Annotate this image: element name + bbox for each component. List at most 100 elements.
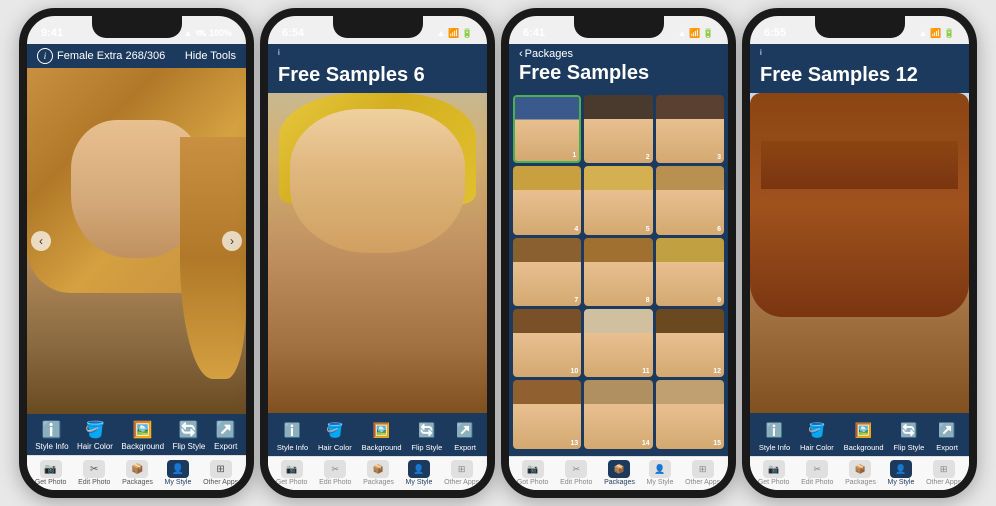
grid-item-3-num: 3 [717, 154, 721, 161]
get-photo-tab[interactable]: 📷 Get Photo [35, 460, 67, 486]
other-apps-icon: ⊞ [210, 460, 232, 478]
grid-item-14-preview [584, 380, 652, 448]
edit-photo-tab[interactable]: ✂ Edit Photo [78, 460, 110, 486]
grid-item-10[interactable]: 10 [513, 309, 581, 377]
tab-get-photo-2[interactable]: 📷 Get Photo [276, 460, 308, 486]
my-style-tab[interactable]: 👤 My Style [165, 460, 192, 486]
grid-item-13[interactable]: 13 [513, 380, 581, 448]
tab-other-apps-2[interactable]: ⊞ Other Apps [444, 460, 479, 486]
grid-item-12[interactable]: 12 [656, 309, 724, 377]
packages-tab[interactable]: 📦 Packages [122, 460, 153, 486]
phone-2-export[interactable]: ↗️ Export [452, 419, 478, 452]
tab-other-apps-4[interactable]: ⊞ Other Apps [926, 460, 961, 486]
grid-item-7-preview [513, 238, 581, 306]
phone-2-style-info[interactable]: ℹ️ Style Info [277, 419, 308, 452]
edit-icon-3: ✂ [565, 460, 587, 478]
other-apps-icon-2: ⊞ [451, 460, 473, 478]
camera-icon: 📷 [40, 460, 62, 478]
tab-edit-photo-4[interactable]: ✂ Edit Photo [801, 460, 833, 486]
tab-packages-2[interactable]: 📦 Packages [363, 460, 394, 486]
tab-get-photo-4[interactable]: 📷 Get Photo [758, 460, 790, 486]
phone-2-background[interactable]: 🖼️ Background [362, 419, 402, 452]
grid-item-7[interactable]: 7 [513, 238, 581, 306]
grid-item-14[interactable]: 14 [584, 380, 652, 448]
tab-got-photo-3[interactable]: 📷 Got Photo [517, 460, 549, 486]
grid-item-15[interactable]: 15 [656, 380, 724, 448]
phone-4-flip-style[interactable]: 🔄 Flip Style [893, 419, 924, 452]
phone-2: 6:54 ▲ 📶 🔋 i Free Samples 6 ℹ️ Style Inf… [260, 8, 495, 498]
background-icon: 🖼️ [131, 420, 155, 440]
info-icon[interactable]: i [37, 48, 53, 64]
phone-4-background[interactable]: 🖼️ Background [844, 419, 884, 452]
packages-icon: 📦 [126, 460, 148, 478]
tab-other-apps-3[interactable]: ⊞ Other Apps [685, 460, 720, 486]
background-icon-4: 🖼️ [851, 419, 877, 441]
grid-item-2-num: 2 [646, 154, 650, 161]
grid-item-6[interactable]: 6 [656, 166, 724, 234]
phone-4-info-icon[interactable]: i [760, 48, 774, 62]
grid-item-1[interactable]: 1 [513, 95, 581, 163]
tab-packages-3[interactable]: 📦 Packages [604, 460, 635, 486]
style-info-btn[interactable]: ℹ️ Style Info [35, 420, 68, 451]
grid-item-6-num: 6 [717, 226, 721, 233]
phone-2-notch [333, 16, 423, 38]
phone-1-photo: ‹ › [27, 68, 246, 414]
tab-my-style-2[interactable]: 👤 My Style [406, 460, 433, 486]
style-info-icon: ℹ️ [40, 420, 64, 440]
my-style-icon-2: 👤 [408, 460, 430, 478]
flip-style-icon: 🔄 [177, 420, 201, 440]
phone-2-info-icon[interactable]: i [278, 48, 292, 62]
grid-item-9[interactable]: 9 [656, 238, 724, 306]
grid-item-4-preview [513, 166, 581, 234]
camera-icon-2: 📷 [281, 460, 303, 478]
phone-3-title: Free Samples [519, 62, 718, 85]
other-apps-tab[interactable]: ⊞ Other Apps [203, 460, 238, 486]
phone-3-tab-bar: 📷 Got Photo ✂ Edit Photo 📦 Packages 👤 My… [509, 456, 728, 490]
phone-2-hair-color[interactable]: 🪣 Hair Color [318, 419, 352, 452]
grid-item-5-num: 5 [646, 226, 650, 233]
phone-2-time: 6:54 [282, 27, 304, 39]
grid-item-8[interactable]: 8 [584, 238, 652, 306]
phone-4-preview [750, 93, 969, 413]
tab-my-style-4[interactable]: 👤 My Style [888, 460, 915, 486]
other-apps-icon-4: ⊞ [933, 460, 955, 478]
packages-icon-4: 📦 [849, 460, 871, 478]
edit-icon: ✂ [83, 460, 105, 478]
background-btn[interactable]: 🖼️ Background [121, 420, 164, 451]
grid-item-15-preview [656, 380, 724, 448]
packages-icon-3: 📦 [608, 460, 630, 478]
phone-4-hair-color[interactable]: 🪣 Hair Color [800, 419, 834, 452]
background-icon-2: 🖼️ [369, 419, 395, 441]
grid-item-11[interactable]: 11 [584, 309, 652, 377]
phone-1-header: i Female Extra 268/306 Hide Tools [27, 44, 246, 68]
my-style-icon-4: 👤 [890, 460, 912, 478]
tab-edit-photo-3[interactable]: ✂ Edit Photo [560, 460, 592, 486]
grid-item-3[interactable]: 3 [656, 95, 724, 163]
phone-2-flip-style[interactable]: 🔄 Flip Style [411, 419, 442, 452]
hide-tools-button[interactable]: Hide Tools [185, 50, 236, 62]
export-btn[interactable]: ↗️ Export [214, 420, 238, 451]
grid-item-1-num: 1 [572, 152, 576, 159]
packages-icon-2: 📦 [367, 460, 389, 478]
tab-packages-4[interactable]: 📦 Packages [845, 460, 876, 486]
grid-item-11-num: 11 [642, 368, 649, 375]
phone-4-style-info[interactable]: ℹ️ Style Info [759, 419, 790, 452]
back-button[interactable]: ‹ Packages [519, 48, 718, 60]
grid-item-12-preview [656, 309, 724, 377]
prev-arrow[interactable]: ‹ [31, 231, 51, 251]
grid-item-15-num: 15 [713, 440, 721, 447]
flip-style-btn[interactable]: 🔄 Flip Style [172, 420, 205, 451]
grid-item-2[interactable]: 2 [584, 95, 652, 163]
phone-4-export[interactable]: ↗️ Export [934, 419, 960, 452]
phone-1-toolbar-top: ℹ️ Style Info 🪣 Hair Color 🖼️ Background… [27, 414, 246, 455]
hair-color-icon: 🪣 [83, 420, 107, 440]
grid-item-4[interactable]: 4 [513, 166, 581, 234]
next-arrow[interactable]: › [222, 231, 242, 251]
tab-edit-photo-2[interactable]: ✂ Edit Photo [319, 460, 351, 486]
grid-item-13-num: 13 [571, 440, 579, 447]
grid-item-8-num: 8 [646, 297, 650, 304]
phone-2-preview [268, 93, 487, 413]
tab-my-style-3[interactable]: 👤 My Style [647, 460, 674, 486]
hair-color-btn[interactable]: 🪣 Hair Color [77, 420, 113, 451]
grid-item-5[interactable]: 5 [584, 166, 652, 234]
